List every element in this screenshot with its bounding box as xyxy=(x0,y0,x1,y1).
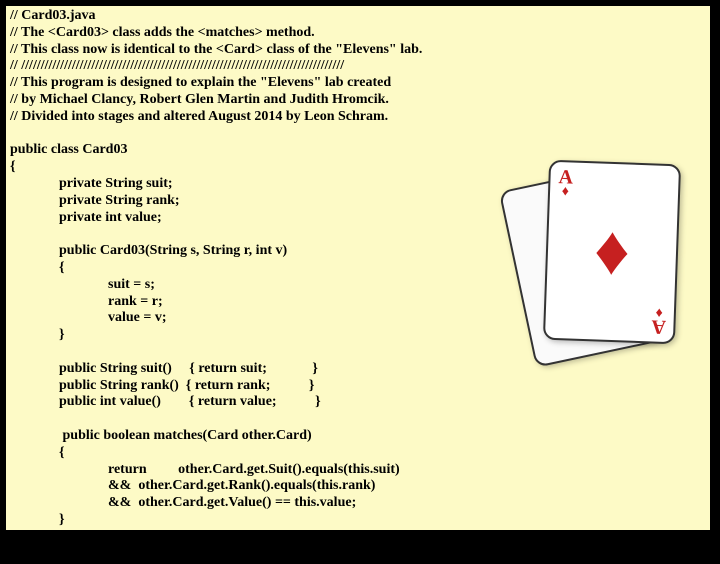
code-line: { xyxy=(10,159,16,174)
diamond-icon: ♦ xyxy=(593,216,631,287)
code-line: { xyxy=(10,260,65,275)
slide: // Card03.java // The <Card03> class add… xyxy=(4,4,712,532)
card-front: A ♦ ♦ A ♦ xyxy=(543,160,681,344)
code-line: // by Michael Clancy, Robert Glen Martin… xyxy=(10,92,389,107)
card-rank: A xyxy=(651,317,666,335)
code-line: public String to.String() { return "[" +… xyxy=(10,546,532,561)
code-line: // Divided into stages and altered Augus… xyxy=(10,109,388,124)
code-line: private String rank; xyxy=(10,193,180,208)
code-line: // This class now is identical to the <C… xyxy=(10,42,422,57)
code-line: public String rank() { return rank; } xyxy=(10,378,314,393)
code-line: return other.Card.get.Suit().equals(this… xyxy=(10,462,400,477)
code-line: // /////////////////////////////////////… xyxy=(10,58,344,73)
code-line: private String suit; xyxy=(10,176,173,191)
code-line: public Card03(String s, String r, int v) xyxy=(10,243,287,258)
code-line: public boolean matches(Card other.Card) xyxy=(10,428,312,443)
code-line: rank = r; xyxy=(10,294,163,309)
card-corner-bottom: A ♦ xyxy=(651,305,666,335)
code-line: // This program is designed to explain t… xyxy=(10,75,391,90)
code-line: // The <Card03> class adds the <matches>… xyxy=(10,25,315,40)
code-line: private int value; xyxy=(10,210,162,225)
code-line: suit = s; xyxy=(10,277,155,292)
code-line: && other.Card.get.Rank().equals(this.ran… xyxy=(10,478,375,493)
code-line: } xyxy=(10,327,65,342)
code-line: // Card03.java xyxy=(10,8,96,23)
code-line: public String suit() { return suit; } xyxy=(10,361,318,376)
playing-card-illustration: A ♦ ♦ A ♦ xyxy=(516,158,686,358)
code-line: } xyxy=(10,512,65,527)
code-line: && other.Card.get.Value() == this.value; xyxy=(10,495,356,510)
code-line: value = v; xyxy=(10,310,167,325)
code-line: public class Card03 xyxy=(10,142,127,157)
code-line: public int value() { return value; } xyxy=(10,394,321,409)
code-line: { xyxy=(10,445,65,460)
card-corner-top: A ♦ xyxy=(558,168,573,198)
